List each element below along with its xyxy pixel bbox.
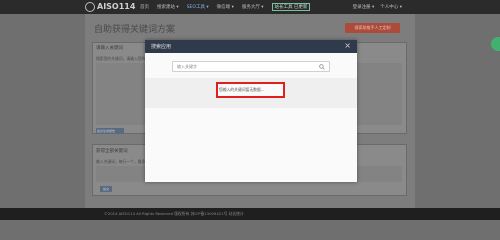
page-footer: ©2014 AISO114 All Rights Reserved 版权所有 苏… xyxy=(0,208,500,220)
logo-text: AISO114 xyxy=(97,2,136,11)
nav-tools-button[interactable]: 站长工具 已更新 xyxy=(271,3,311,11)
close-icon[interactable]: × xyxy=(344,41,351,51)
search-placeholder: 输入关键字 xyxy=(177,64,197,69)
custom-service-button[interactable]: 搜索助推手人工定制 xyxy=(345,23,400,33)
footer-text: ©2014 AISO114 All Rights Reserved 版权所有 苏… xyxy=(104,211,244,216)
submit-label: 提交 xyxy=(103,187,110,191)
generate-report-label: 提交生成报告 xyxy=(97,129,116,133)
modal-title: 搜索应用 xyxy=(151,44,172,50)
modal-search-input[interactable]: 输入关键字 xyxy=(172,61,330,72)
section1-label: 请输入关键词 xyxy=(96,46,123,51)
nav-item-service[interactable]: 服务大厅 ▾ xyxy=(242,4,264,10)
search-app-modal: 搜索应用 × 输入关键字 您输入的关键词暂无数据... xyxy=(145,40,357,182)
nav-item-search[interactable]: 搜索建站 ▾ xyxy=(157,4,179,10)
search-icon[interactable] xyxy=(319,64,325,70)
nav-item-wechat[interactable]: 微信端 ▾ xyxy=(217,4,234,10)
modal-header: 搜索应用 × xyxy=(145,40,357,53)
top-right-links: 登录注册 ▾ 个人中心 ▾ xyxy=(347,0,402,14)
user-center-link[interactable]: 个人中心 ▾ xyxy=(380,4,402,10)
site-logo[interactable]: AISO114 xyxy=(85,2,135,12)
section2-label: 获得全部关键词 xyxy=(96,149,128,154)
logo-icon xyxy=(85,2,95,12)
nav-item-home[interactable]: 首页 xyxy=(140,4,149,10)
main-nav: 首页 搜索建站 ▾ SEO工具 ▾ 微信端 ▾ 服务大厅 ▾ 站长工具 已更新 xyxy=(140,0,318,14)
generate-report-button[interactable]: 提交生成报告 xyxy=(96,128,124,134)
nav-item-seo-tools[interactable]: SEO工具 ▾ xyxy=(187,4,209,10)
empty-result-message: 您输入的关键词暂无数据... xyxy=(219,87,265,92)
floating-side-tab[interactable] xyxy=(491,37,500,51)
page-title: 自助获得关键词方案 xyxy=(94,25,176,35)
top-navigation-bar: AISO114 首页 搜索建站 ▾ SEO工具 ▾ 微信端 ▾ 服务大厅 ▾ 站… xyxy=(0,0,500,14)
login-link[interactable]: 登录注册 ▾ xyxy=(353,4,375,10)
submit-button[interactable]: 提交 xyxy=(100,186,112,192)
